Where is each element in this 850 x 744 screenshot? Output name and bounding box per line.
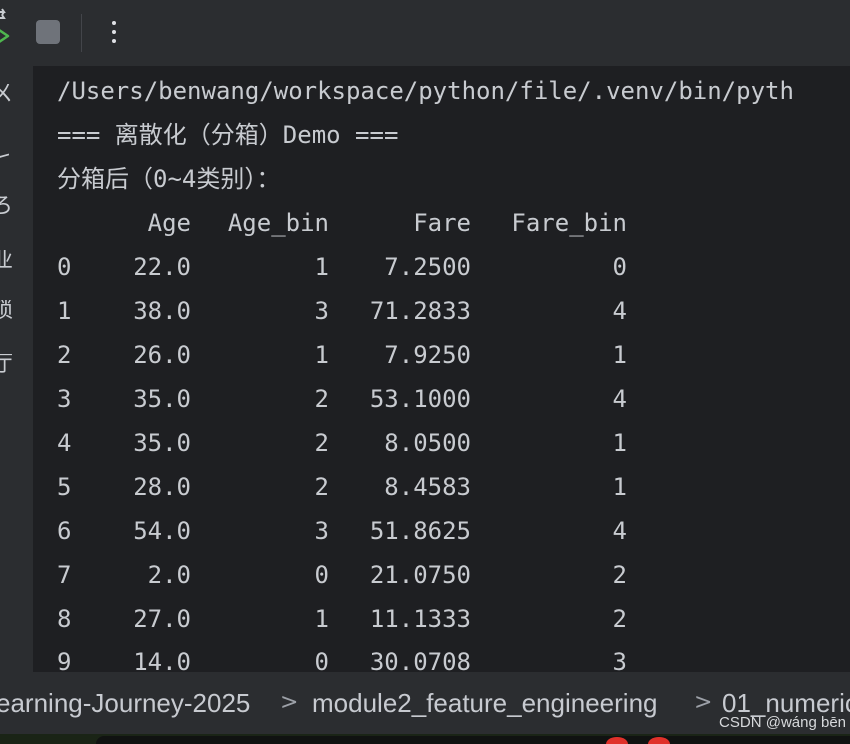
more-vertical-icon[interactable] — [98, 14, 130, 52]
row-index: 2 — [57, 341, 72, 369]
fare-bin-cell: 1 — [612, 429, 627, 457]
fare-bin-cell: 0 — [612, 253, 627, 281]
fare-cell: 21.0750 — [369, 561, 471, 589]
fare-bin-cell: 1 — [612, 341, 627, 369]
left-gutter: ㄨ ㇀ ろ 业 锁 厅 — [0, 66, 33, 672]
console-output[interactable]: /Users/benwang/workspace/python/file/.ve… — [33, 66, 850, 672]
red-dot-icon — [648, 737, 670, 744]
taskbar-shape — [96, 736, 850, 744]
fare-bin-cell: 4 — [612, 385, 627, 413]
fare-cell: 8.0500 — [384, 429, 471, 457]
table-row: 1 38.0 3 71.2833 4 — [57, 294, 657, 328]
age-cell: 38.0 — [133, 297, 191, 325]
age-bin-cell: 3 — [314, 297, 329, 325]
fare-cell: 7.9250 — [384, 341, 471, 369]
row-index: 7 — [57, 561, 72, 589]
fare-bin-cell: 4 — [612, 517, 627, 545]
row-index: 8 — [57, 605, 72, 633]
age-cell: 28.0 — [133, 473, 191, 501]
bottom-strip — [0, 734, 850, 744]
command-line: /Users/benwang/workspace/python/file/.ve… — [57, 77, 794, 105]
row-index: 9 — [57, 648, 72, 672]
age-bin-cell: 2 — [314, 429, 329, 457]
gutter-glyph: ㄨ — [0, 84, 13, 106]
fare-cell: 11.1333 — [369, 605, 471, 633]
table-row: 3 35.0 2 53.1000 4 — [57, 382, 657, 416]
table-row: 5 28.0 2 8.4583 1 — [57, 470, 657, 504]
table-row: 8 27.0 1 11.1333 2 — [57, 602, 657, 636]
fare-cell: 53.1000 — [369, 385, 471, 413]
gutter-glyph: ㇀ — [0, 148, 13, 170]
row-index: 3 — [57, 385, 72, 413]
output-subheader: 分箱后（0~4类别）： — [57, 165, 281, 193]
table-row: 2 26.0 1 7.9250 1 — [57, 338, 657, 372]
row-index: 1 — [57, 297, 72, 325]
age-cell: 35.0 — [133, 429, 191, 457]
fare-cell: 71.2833 — [369, 297, 471, 325]
gutter-glyph: 业 — [0, 250, 13, 272]
fare-bin-cell: 4 — [612, 297, 627, 325]
row-index: 5 — [57, 473, 72, 501]
row-index: 6 — [57, 517, 72, 545]
run-icon[interactable] — [0, 4, 14, 58]
fare-bin-cell: 2 — [612, 561, 627, 589]
output-header: === 离散化（分箱）Demo === — [57, 121, 399, 149]
toolbar-divider — [81, 14, 82, 52]
column-header: Fare — [413, 209, 471, 237]
fare-cell: 30.0708 — [369, 648, 471, 672]
gutter-glyph: 厅 — [0, 354, 13, 376]
table-row: 4 35.0 2 8.0500 1 — [57, 426, 657, 460]
table-row: 6 54.0 3 51.8625 4 — [57, 514, 657, 548]
fare-bin-cell: 3 — [612, 648, 627, 672]
gutter-glyph: 锁 — [0, 300, 13, 322]
age-cell: 14.0 — [133, 648, 191, 672]
table-header: Age Age_bin Fare Fare_bin — [57, 206, 657, 240]
age-cell: 2.0 — [147, 561, 191, 589]
stop-button[interactable] — [36, 20, 60, 44]
column-header: Age — [147, 209, 191, 237]
fare-cell: 7.2500 — [384, 253, 471, 281]
age-cell: 22.0 — [133, 253, 191, 281]
table-row: 0 22.0 1 7.2500 0 — [57, 250, 657, 284]
fare-bin-cell: 2 — [612, 605, 627, 633]
age-cell: 54.0 — [133, 517, 191, 545]
red-dot-icon — [606, 737, 628, 744]
age-bin-cell: 0 — [314, 648, 329, 672]
age-cell: 35.0 — [133, 385, 191, 413]
age-cell: 26.0 — [133, 341, 191, 369]
row-index: 4 — [57, 429, 72, 457]
age-cell: 27.0 — [133, 605, 191, 633]
row-index: 0 — [57, 253, 72, 281]
age-bin-cell: 2 — [314, 385, 329, 413]
breadcrumb-item-module[interactable]: module2_feature_engineering — [312, 686, 658, 720]
chevron-right-icon: > — [694, 690, 713, 715]
fare-cell: 8.4583 — [384, 473, 471, 501]
age-bin-cell: 1 — [314, 605, 329, 633]
age-bin-cell: 1 — [314, 253, 329, 281]
fare-bin-cell: 1 — [612, 473, 627, 501]
column-header: Fare_bin — [511, 209, 627, 237]
csdn-watermark: CSDN @wáng bēn — [719, 714, 846, 731]
age-bin-cell: 1 — [314, 341, 329, 369]
chevron-right-icon: > — [280, 690, 299, 715]
age-bin-cell: 0 — [314, 561, 329, 589]
age-bin-cell: 2 — [314, 473, 329, 501]
run-toolbar — [0, 0, 850, 66]
ide-window: ㄨ ㇀ ろ 业 锁 厅 /Users/benwang/workspace/pyt… — [0, 0, 850, 744]
gutter-glyph: ろ — [0, 196, 13, 218]
fare-cell: 51.8625 — [369, 517, 471, 545]
breadcrumb-item-project[interactable]: earning-Journey-2025 — [0, 686, 250, 720]
age-bin-cell: 3 — [314, 517, 329, 545]
column-header — [57, 206, 73, 240]
table-row: 9 14.0 0 30.0708 3 — [57, 645, 657, 672]
column-header: Age_bin — [227, 209, 329, 237]
table-row: 7 2.0 0 21.0750 2 — [57, 558, 657, 592]
